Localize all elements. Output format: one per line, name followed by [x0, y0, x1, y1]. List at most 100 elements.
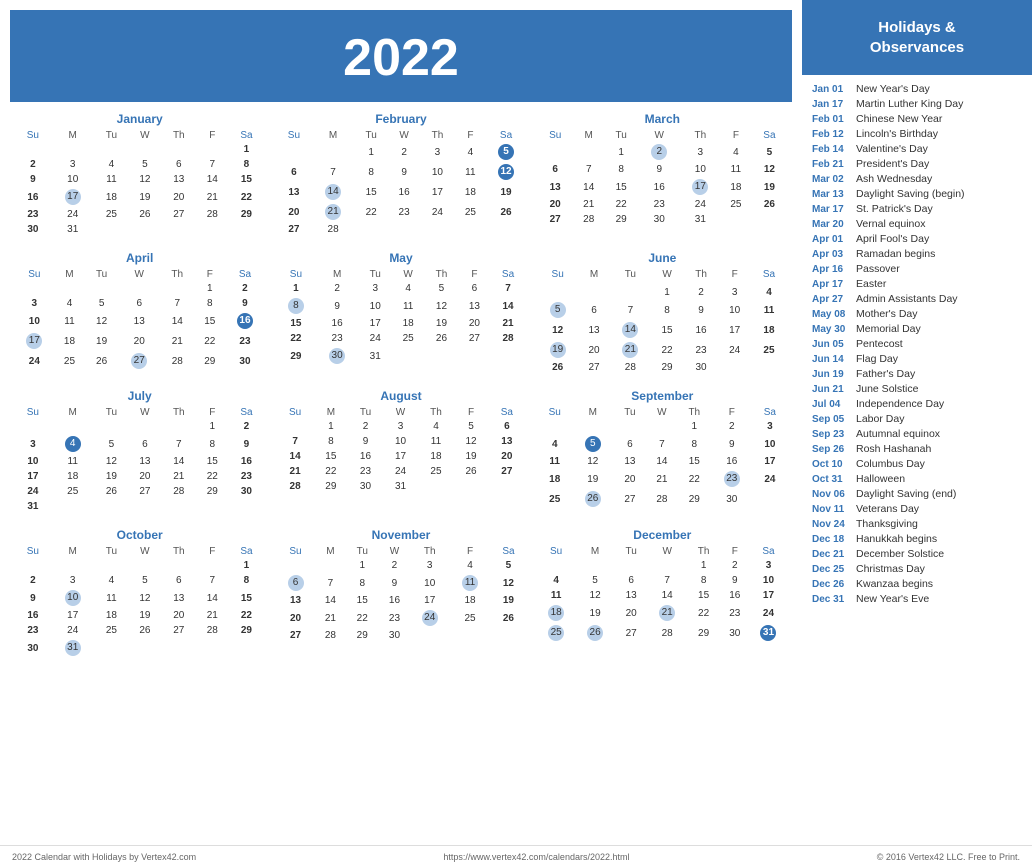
month-table: SuMTuWThFSa12345678910111213141516171819… — [275, 268, 526, 366]
day-cell: 26 — [573, 489, 613, 509]
month-title: September — [537, 389, 788, 403]
day-cell: 8 — [677, 434, 712, 454]
day-cell: 18 — [393, 316, 424, 331]
day-cell: 1 — [651, 285, 682, 300]
day-cell — [609, 285, 651, 300]
day-cell: 18 — [417, 449, 455, 464]
day-cell: 17 — [420, 182, 456, 202]
holiday-name: St. Patrick's Day — [856, 203, 933, 215]
day-cell: 1 — [228, 142, 266, 157]
day-cell: 24 — [358, 331, 393, 346]
day-cell: 2 — [228, 419, 266, 434]
day-cell: 7 — [609, 300, 651, 320]
day-cell: 10 — [752, 434, 788, 454]
day-cell: 2 — [14, 157, 52, 172]
day-cell — [14, 558, 52, 573]
day-cell: 7 — [161, 434, 197, 454]
day-cell — [389, 222, 420, 237]
day-cell: 26 — [129, 623, 160, 638]
day-cell: 4 — [537, 434, 573, 454]
day-cell: 20 — [579, 340, 610, 360]
day-cell: 26 — [485, 202, 526, 222]
holiday-name: Ramadan begins — [856, 248, 935, 260]
day-cell: 14 — [574, 177, 604, 197]
day-cell — [161, 558, 197, 573]
day-cell: 10 — [52, 172, 94, 187]
holiday-item: Dec 21December Solstice — [812, 548, 1022, 560]
day-cell: 27 — [161, 623, 197, 638]
holiday-item: Sep 05Labor Day — [812, 413, 1022, 425]
day-cell: 14 — [648, 588, 687, 603]
month-title: June — [537, 251, 788, 265]
day-cell — [161, 222, 197, 237]
month-table: SuMTuWThFSa12345678910111213141516171819… — [275, 545, 526, 643]
holiday-date: Oct 31 — [812, 474, 850, 485]
day-cell: 27 — [613, 489, 647, 509]
holiday-name: Valentine's Day — [856, 143, 928, 155]
month-block: June SuMTuWThFSa1234567891011121314151617… — [537, 251, 788, 375]
day-cell: 8 — [195, 296, 225, 311]
day-cell: 7 — [275, 434, 315, 449]
day-cell: 11 — [94, 172, 130, 187]
holidays-list: Jan 01New Year's DayJan 17Martin Luther … — [802, 75, 1032, 845]
day-cell: 5 — [490, 558, 526, 573]
day-cell — [129, 222, 160, 237]
month-title: November — [275, 528, 526, 542]
day-cell: 4 — [55, 296, 85, 311]
day-cell: 26 — [129, 207, 160, 222]
day-cell — [574, 142, 604, 162]
day-cell: 31 — [749, 623, 788, 643]
day-cell: 10 — [14, 454, 52, 469]
day-cell: 25 — [750, 340, 788, 360]
day-cell: 9 — [379, 573, 409, 593]
day-cell: 12 — [576, 588, 615, 603]
day-cell: 6 — [129, 434, 160, 454]
day-cell: 12 — [129, 588, 160, 608]
holiday-date: Jun 19 — [812, 369, 850, 380]
day-cell: 10 — [420, 162, 456, 182]
day-cell: 1 — [604, 142, 639, 162]
day-cell: 28 — [647, 489, 677, 509]
footer-right: © 2016 Vertex42 LLC. Free to Print. — [877, 852, 1020, 862]
day-cell: 17 — [52, 608, 94, 623]
holiday-item: Nov 06Daylight Saving (end) — [812, 488, 1022, 500]
day-cell: 9 — [317, 296, 358, 316]
day-cell: 24 — [752, 469, 788, 489]
day-cell: 6 — [275, 162, 312, 182]
day-cell: 9 — [683, 300, 720, 320]
day-cell: 29 — [345, 628, 379, 643]
day-cell: 6 — [119, 296, 160, 311]
day-cell: 6 — [613, 434, 647, 454]
day-cell: 1 — [677, 419, 712, 434]
day-cell: 13 — [275, 593, 315, 608]
month-block: JulySuMTuWThFSa1234567891011121314151617… — [14, 389, 265, 514]
day-cell: 8 — [275, 296, 316, 316]
holiday-name: Flag Day — [856, 353, 898, 365]
day-cell: 11 — [537, 454, 573, 469]
calendar-section: 2022 JanuarySuMTuWThFSa12345678910111213… — [0, 0, 802, 845]
day-cell: 24 — [52, 623, 94, 638]
day-cell: 18 — [721, 177, 751, 197]
day-cell: 19 — [84, 331, 119, 351]
day-cell: 9 — [639, 162, 680, 177]
month-title: July — [14, 389, 265, 403]
day-cell: 25 — [52, 484, 94, 499]
day-cell: 15 — [345, 593, 379, 608]
day-cell: 29 — [315, 479, 347, 494]
day-cell — [84, 281, 119, 296]
holiday-item: Feb 21President's Day — [812, 158, 1022, 170]
day-cell: 1 — [687, 558, 721, 573]
holiday-date: Sep 26 — [812, 444, 850, 455]
day-cell: 17 — [14, 469, 52, 484]
day-cell — [94, 499, 130, 514]
day-cell: 15 — [354, 182, 389, 202]
day-cell: 6 — [459, 281, 489, 296]
day-cell — [647, 419, 677, 434]
day-cell — [228, 499, 266, 514]
day-cell: 8 — [354, 162, 389, 182]
month-table: SuMTuWThFSa12345678910111213141516171819… — [537, 268, 788, 375]
day-cell — [751, 212, 788, 227]
day-cell: 22 — [651, 340, 682, 360]
day-cell: 6 — [161, 573, 197, 588]
day-cell: 21 — [574, 197, 604, 212]
